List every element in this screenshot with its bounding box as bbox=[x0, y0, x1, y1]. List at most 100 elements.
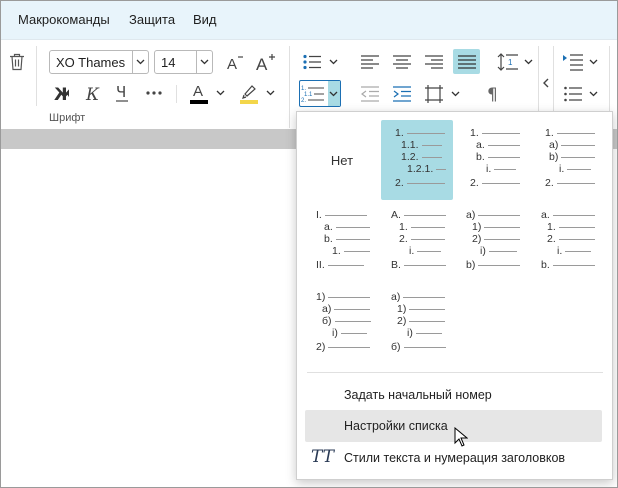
numbering-marker: 2. bbox=[470, 177, 479, 189]
numbering-style-multilevel-decimal[interactable]: 1. 1.1. 1.2. 1.2.1. 2. bbox=[381, 120, 453, 200]
numbering-line-bar bbox=[436, 168, 447, 170]
chevron-down-icon[interactable] bbox=[132, 51, 148, 73]
numbering-style-upper-roman[interactable]: I. a. b. 1. II. bbox=[306, 202, 378, 282]
numbering-marker: i) bbox=[332, 327, 338, 339]
increase-font-icon[interactable]: A bbox=[255, 51, 277, 73]
numbering-level-line: i. bbox=[486, 162, 517, 176]
text-styles-icon: TT bbox=[311, 447, 334, 467]
highlight-icon[interactable] bbox=[237, 80, 261, 106]
numbering-marker: I. bbox=[316, 209, 322, 221]
numbering-level-line: 2. bbox=[470, 176, 520, 190]
menu-item-label: Настройки списка bbox=[344, 419, 448, 433]
numbering-level-line: i. bbox=[557, 244, 592, 258]
numbering-marker: b. bbox=[476, 151, 485, 163]
align-center-icon[interactable] bbox=[390, 52, 414, 72]
numbering-level-line: i) bbox=[332, 326, 367, 340]
bullet-list-icon[interactable] bbox=[301, 52, 323, 72]
numbering-marker: i. bbox=[557, 245, 563, 257]
numbering-line-bar bbox=[415, 332, 442, 334]
chevron-down-icon[interactable] bbox=[521, 55, 535, 69]
numbering-line-bar bbox=[421, 144, 442, 146]
text-color-icon[interactable]: A bbox=[187, 80, 211, 106]
numbering-line-bar bbox=[552, 264, 595, 266]
chevron-down-icon[interactable] bbox=[196, 51, 212, 73]
numbering-style-dropdown: Нет 1. 1.1. 1.2. 1.2.1. 2. 1. a. b. i. 2. 1. a) b) i. 2… bbox=[296, 111, 613, 480]
chevron-down-icon[interactable] bbox=[326, 55, 340, 69]
numbering-marker: 2) bbox=[316, 341, 326, 353]
numbering-level-line: 2. bbox=[395, 176, 445, 190]
numbering-line-bar bbox=[481, 132, 520, 134]
menu-divider bbox=[307, 372, 603, 373]
menu-item-label: Стили текста и нумерация заголовков bbox=[344, 451, 566, 465]
decrease-font-icon[interactable]: A bbox=[224, 51, 246, 73]
numbering-level-line: b) bbox=[466, 258, 521, 272]
numbering-style-decimal-letter-roman[interactable]: 1. a. b. i. 2. bbox=[456, 120, 528, 200]
numbering-level-line: б) bbox=[391, 340, 446, 354]
collapse-icon[interactable] bbox=[539, 76, 551, 90]
font-group-label: Шрифт bbox=[49, 112, 86, 124]
chevron-down-icon[interactable] bbox=[327, 81, 340, 106]
chevron-down-icon[interactable] bbox=[213, 86, 227, 100]
numbering-style-none[interactable]: Нет bbox=[306, 120, 378, 200]
numbering-marker: 2. bbox=[395, 177, 404, 189]
menu-protection[interactable]: Защита bbox=[129, 12, 175, 27]
numbering-marker: i. bbox=[486, 163, 492, 175]
numbering-line-bar bbox=[334, 308, 371, 310]
numbering-line-bar bbox=[406, 182, 445, 184]
insert-break-icon[interactable] bbox=[561, 51, 585, 73]
menu-view[interactable]: Вид bbox=[193, 12, 217, 27]
numbered-list-button[interactable]: 1. 1.1 2. bbox=[299, 80, 341, 107]
trash-icon[interactable] bbox=[7, 52, 27, 72]
columns-icon[interactable] bbox=[561, 84, 585, 104]
chevron-down-icon[interactable] bbox=[448, 87, 462, 101]
paragraph-spacing-icon[interactable] bbox=[422, 83, 446, 105]
menu-macros[interactable]: Макрокоманды bbox=[18, 12, 110, 27]
align-justify-icon[interactable] bbox=[453, 49, 480, 74]
numbering-line-bar bbox=[340, 332, 367, 334]
svg-text:Ж: Ж bbox=[54, 85, 69, 102]
numbering-line-bar bbox=[335, 238, 370, 240]
increase-indent-icon[interactable] bbox=[390, 84, 414, 104]
numbering-marker: b) bbox=[549, 151, 559, 163]
svg-text:К: К bbox=[85, 85, 100, 102]
chevron-down-icon[interactable] bbox=[586, 87, 600, 101]
more-icon[interactable] bbox=[143, 82, 165, 104]
numbering-level-line: i. bbox=[409, 244, 442, 258]
mouse-cursor-icon bbox=[454, 426, 469, 450]
numbering-marker: i) bbox=[480, 245, 486, 257]
italic-icon[interactable]: К bbox=[81, 82, 103, 104]
numbering-marker: II. bbox=[316, 259, 325, 271]
numbering-style-upper-letter[interactable]: A. 1. 2. i. B. bbox=[381, 202, 453, 282]
numbering-marker: б) bbox=[391, 341, 401, 353]
align-right-icon[interactable] bbox=[422, 52, 446, 72]
numbering-line-bar bbox=[558, 238, 595, 240]
numbering-style-lower-letter-paren[interactable]: a) 1) 2) i) b) bbox=[456, 202, 528, 282]
align-left-icon[interactable] bbox=[358, 52, 382, 72]
numbering-style-lower-letter-dot[interactable]: a. 1. 2. i. b. bbox=[531, 202, 603, 282]
numbering-line-bar bbox=[556, 182, 595, 184]
decrease-indent-icon[interactable] bbox=[358, 84, 382, 104]
numbering-line-bar bbox=[343, 250, 370, 252]
svg-text:A: A bbox=[193, 83, 203, 100]
font-name-combo[interactable]: XO Thames bbox=[49, 50, 149, 74]
numbering-style-decimal-paren-cyrillic[interactable]: 1) а) б) i) 2) bbox=[306, 284, 378, 364]
font-size-combo[interactable]: 14 bbox=[154, 50, 213, 74]
numbering-line-bar bbox=[488, 250, 517, 252]
numbering-line-bar bbox=[334, 320, 371, 322]
set-start-number-item[interactable]: Задать начальный номер bbox=[305, 379, 602, 411]
pilcrow-icon[interactable]: ¶ bbox=[482, 83, 504, 105]
svg-text:A: A bbox=[256, 55, 268, 72]
numbering-marker: б) bbox=[322, 315, 332, 327]
numbering-line-bar bbox=[328, 296, 371, 298]
numbering-style-cyrillic-paren[interactable]: а) 1) 2) i) б) bbox=[381, 284, 453, 364]
numbering-level-line: 2) bbox=[316, 340, 371, 354]
chevron-down-icon[interactable] bbox=[263, 86, 277, 100]
chevron-down-icon[interactable] bbox=[586, 55, 600, 69]
numbering-line-bar bbox=[328, 346, 371, 348]
underline-icon[interactable]: Ч bbox=[111, 82, 133, 104]
bold-icon[interactable]: Ж bbox=[50, 82, 72, 104]
numbering-style-decimal-paren-letter[interactable]: 1. a) b) i. 2. bbox=[531, 120, 603, 200]
numbering-line-bar bbox=[478, 214, 521, 216]
line-spacing-icon[interactable]: 1 bbox=[496, 51, 520, 73]
numbering-line-bar bbox=[410, 226, 445, 228]
